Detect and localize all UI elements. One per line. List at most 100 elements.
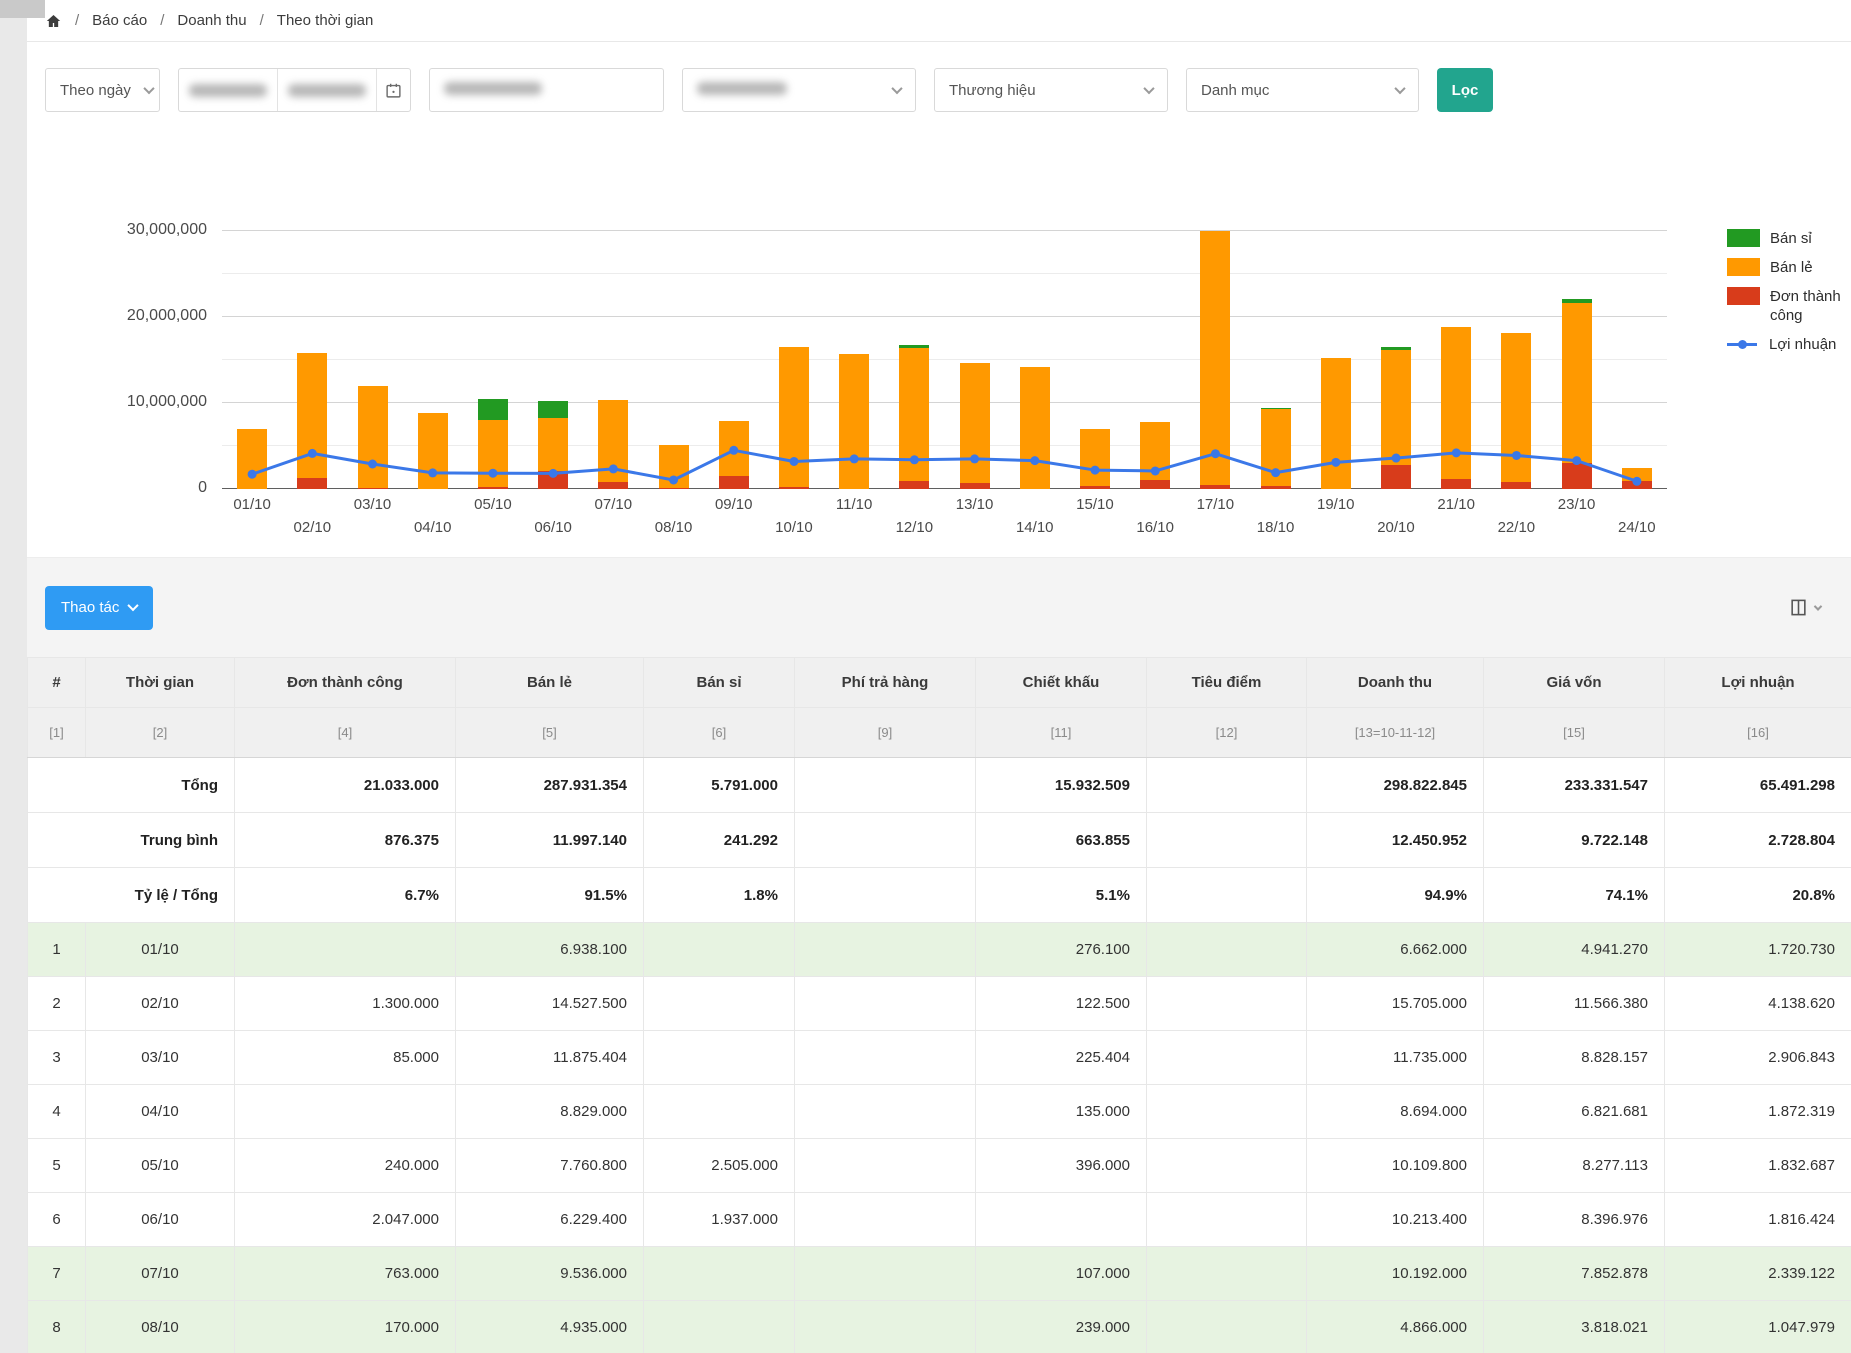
legend-item-Bán sỉ: Bán sỉ	[1727, 229, 1851, 248]
row-date: 04/10	[86, 1085, 235, 1139]
profit-point-23/10[interactable]	[1572, 456, 1581, 465]
profit-point-12/10[interactable]	[910, 455, 919, 464]
table-row-08/10: 808/10170.0004.935.000239.0004.866.0003.…	[28, 1301, 1851, 1353]
table-row-05/10: 505/10240.0007.760.8002.505.000396.00010…	[28, 1139, 1851, 1193]
profit-point-08/10[interactable]	[669, 475, 678, 484]
table-columns-icon	[1789, 598, 1808, 617]
x-axis-label-11/10: 11/10	[824, 496, 884, 544]
cell-Đơn thành công-03/10[interactable]: 85.000	[235, 1031, 456, 1085]
profit-point-03/10[interactable]	[368, 460, 377, 469]
cell-Bán lẻ-05/10[interactable]: 7.760.800	[456, 1139, 644, 1193]
cell-Đơn thành công-07/10[interactable]: 763.000	[235, 1247, 456, 1301]
cell-Bán sỉ-07/10	[644, 1247, 795, 1301]
column-picker-button[interactable]	[1789, 598, 1821, 617]
profit-point-24/10[interactable]	[1632, 477, 1641, 486]
cell-Chiết khấu-06/10	[976, 1193, 1147, 1247]
breadcrumb-separator: /	[260, 12, 264, 29]
cell-Đơn thành công-02/10[interactable]: 1.300.000	[235, 977, 456, 1031]
report-table: #Thời gianĐơn thành côngBán lẻBán sỉPhí …	[27, 657, 1851, 1353]
cell-Bán lẻ-08/10[interactable]: 4.935.000	[456, 1301, 644, 1353]
profit-point-21/10[interactable]	[1452, 448, 1461, 457]
cell-Bán sỉ-05/10[interactable]: 2.505.000	[644, 1139, 795, 1193]
summary-cell-Lợi nhuận: 20.8%	[1665, 868, 1851, 923]
cell-Chiết khấu-08/10: 239.000	[976, 1301, 1147, 1353]
actions-button[interactable]: Thao tác	[45, 586, 153, 630]
summary-cell-Bán lẻ: 11.997.140	[456, 813, 644, 868]
date-range-input[interactable]	[178, 68, 411, 112]
cell-Lợi nhuận-07/10: 2.339.122	[1665, 1247, 1851, 1301]
column-header-Chiết khấu: Chiết khấu	[976, 658, 1147, 708]
cell-Bán lẻ-06/10[interactable]: 6.229.400	[456, 1193, 644, 1247]
profit-point-20/10[interactable]	[1392, 454, 1401, 463]
cell-Bán sỉ-08/10	[644, 1301, 795, 1353]
filter-button[interactable]: Lọc	[1437, 68, 1493, 112]
row-date: 02/10	[86, 977, 235, 1031]
profit-point-05/10[interactable]	[488, 469, 497, 478]
cell-Đơn thành công-01/10	[235, 923, 456, 977]
cell-Chiết khấu-04/10: 135.000	[976, 1085, 1147, 1139]
profit-point-14/10[interactable]	[1030, 456, 1039, 465]
profit-line	[222, 231, 1667, 489]
cell-Bán lẻ-04/10[interactable]: 8.829.000	[456, 1085, 644, 1139]
cell-Bán lẻ-07/10[interactable]: 9.536.000	[456, 1247, 644, 1301]
x-axis-label-19/10: 19/10	[1306, 496, 1366, 544]
cell-Bán sỉ-06/10[interactable]: 1.937.000	[644, 1193, 795, 1247]
product-search-input[interactable]	[429, 68, 664, 112]
summary-cell-Bán sỉ: 241.292	[644, 813, 795, 868]
cell-Bán lẻ-02/10[interactable]: 14.527.500	[456, 977, 644, 1031]
profit-point-17/10[interactable]	[1211, 449, 1220, 458]
home-icon[interactable]	[45, 13, 62, 29]
brand-select[interactable]: Thương hiệu	[934, 68, 1168, 112]
column-header-#: #	[28, 658, 86, 708]
profit-point-13/10[interactable]	[970, 454, 979, 463]
profit-point-18/10[interactable]	[1271, 468, 1280, 477]
summary-cell-Lợi nhuận: 2.728.804	[1665, 813, 1851, 868]
profit-point-01/10[interactable]	[248, 470, 257, 479]
redacted-select[interactable]	[682, 68, 916, 112]
cell-Đơn thành công-05/10[interactable]: 240.000	[235, 1139, 456, 1193]
cell-Bán lẻ-03/10[interactable]: 11.875.404	[456, 1031, 644, 1085]
x-axis-label-15/10: 15/10	[1065, 496, 1125, 544]
period-select[interactable]: Theo ngày	[45, 68, 160, 112]
cell-Tiêu điểm-04/10	[1147, 1085, 1307, 1139]
cell-Đơn thành công-08/10[interactable]: 170.000	[235, 1301, 456, 1353]
breadcrumb-separator: /	[160, 12, 164, 29]
profit-point-06/10[interactable]	[549, 469, 558, 478]
profit-point-10/10[interactable]	[789, 457, 798, 466]
x-axis-label-22/10: 22/10	[1486, 496, 1546, 544]
date-start-redacted[interactable]	[179, 84, 277, 97]
calendar-icon[interactable]	[376, 69, 410, 111]
summary-cell-Tiêu điểm	[1147, 758, 1307, 813]
profit-point-11/10[interactable]	[850, 454, 859, 463]
legend-swatch	[1727, 287, 1760, 305]
cell-Đơn thành công-06/10[interactable]: 2.047.000	[235, 1193, 456, 1247]
profit-point-16/10[interactable]	[1151, 466, 1160, 475]
cell-Tiêu điểm-08/10	[1147, 1301, 1307, 1353]
x-axis-label-10/10: 10/10	[764, 496, 824, 544]
cell-Phí trả hàng-02/10	[795, 977, 976, 1031]
breadcrumb-item-doanh-thu[interactable]: Doanh thu	[177, 12, 246, 29]
cell-Đơn thành công-04/10	[235, 1085, 456, 1139]
cell-Bán lẻ-01/10[interactable]: 6.938.100	[456, 923, 644, 977]
profit-point-19/10[interactable]	[1331, 458, 1340, 467]
profit-point-22/10[interactable]	[1512, 451, 1521, 460]
row-index: 4	[28, 1085, 86, 1139]
summary-cell-Bán lẻ: 91.5%	[456, 868, 644, 923]
legend-swatch	[1727, 258, 1760, 276]
profit-point-15/10[interactable]	[1091, 466, 1100, 475]
cell-Lợi nhuận-02/10: 4.138.620	[1665, 977, 1851, 1031]
chevron-down-icon	[1143, 83, 1154, 94]
category-select[interactable]: Danh mục	[1186, 68, 1419, 112]
profit-point-07/10[interactable]	[609, 464, 618, 473]
summary-row-Trung bình: Trung bình876.37511.997.140241.292663.85…	[28, 813, 1851, 868]
chevron-down-icon	[143, 83, 154, 94]
summary-cell-Doanh thu: 298.822.845	[1307, 758, 1484, 813]
breadcrumb-item-bao-cao[interactable]: Báo cáo	[92, 12, 147, 29]
summary-row-Tỷ lệ / Tổng: Tỷ lệ / Tổng6.7%91.5%1.8%5.1%94.9%74.1%2…	[28, 868, 1851, 923]
summary-cell-Bán sỉ: 1.8%	[644, 868, 795, 923]
date-end-redacted[interactable]	[278, 84, 376, 97]
x-axis-label-03/10: 03/10	[342, 496, 402, 544]
profit-point-04/10[interactable]	[428, 468, 437, 477]
profit-point-02/10[interactable]	[308, 449, 317, 458]
profit-point-09/10[interactable]	[729, 446, 738, 455]
